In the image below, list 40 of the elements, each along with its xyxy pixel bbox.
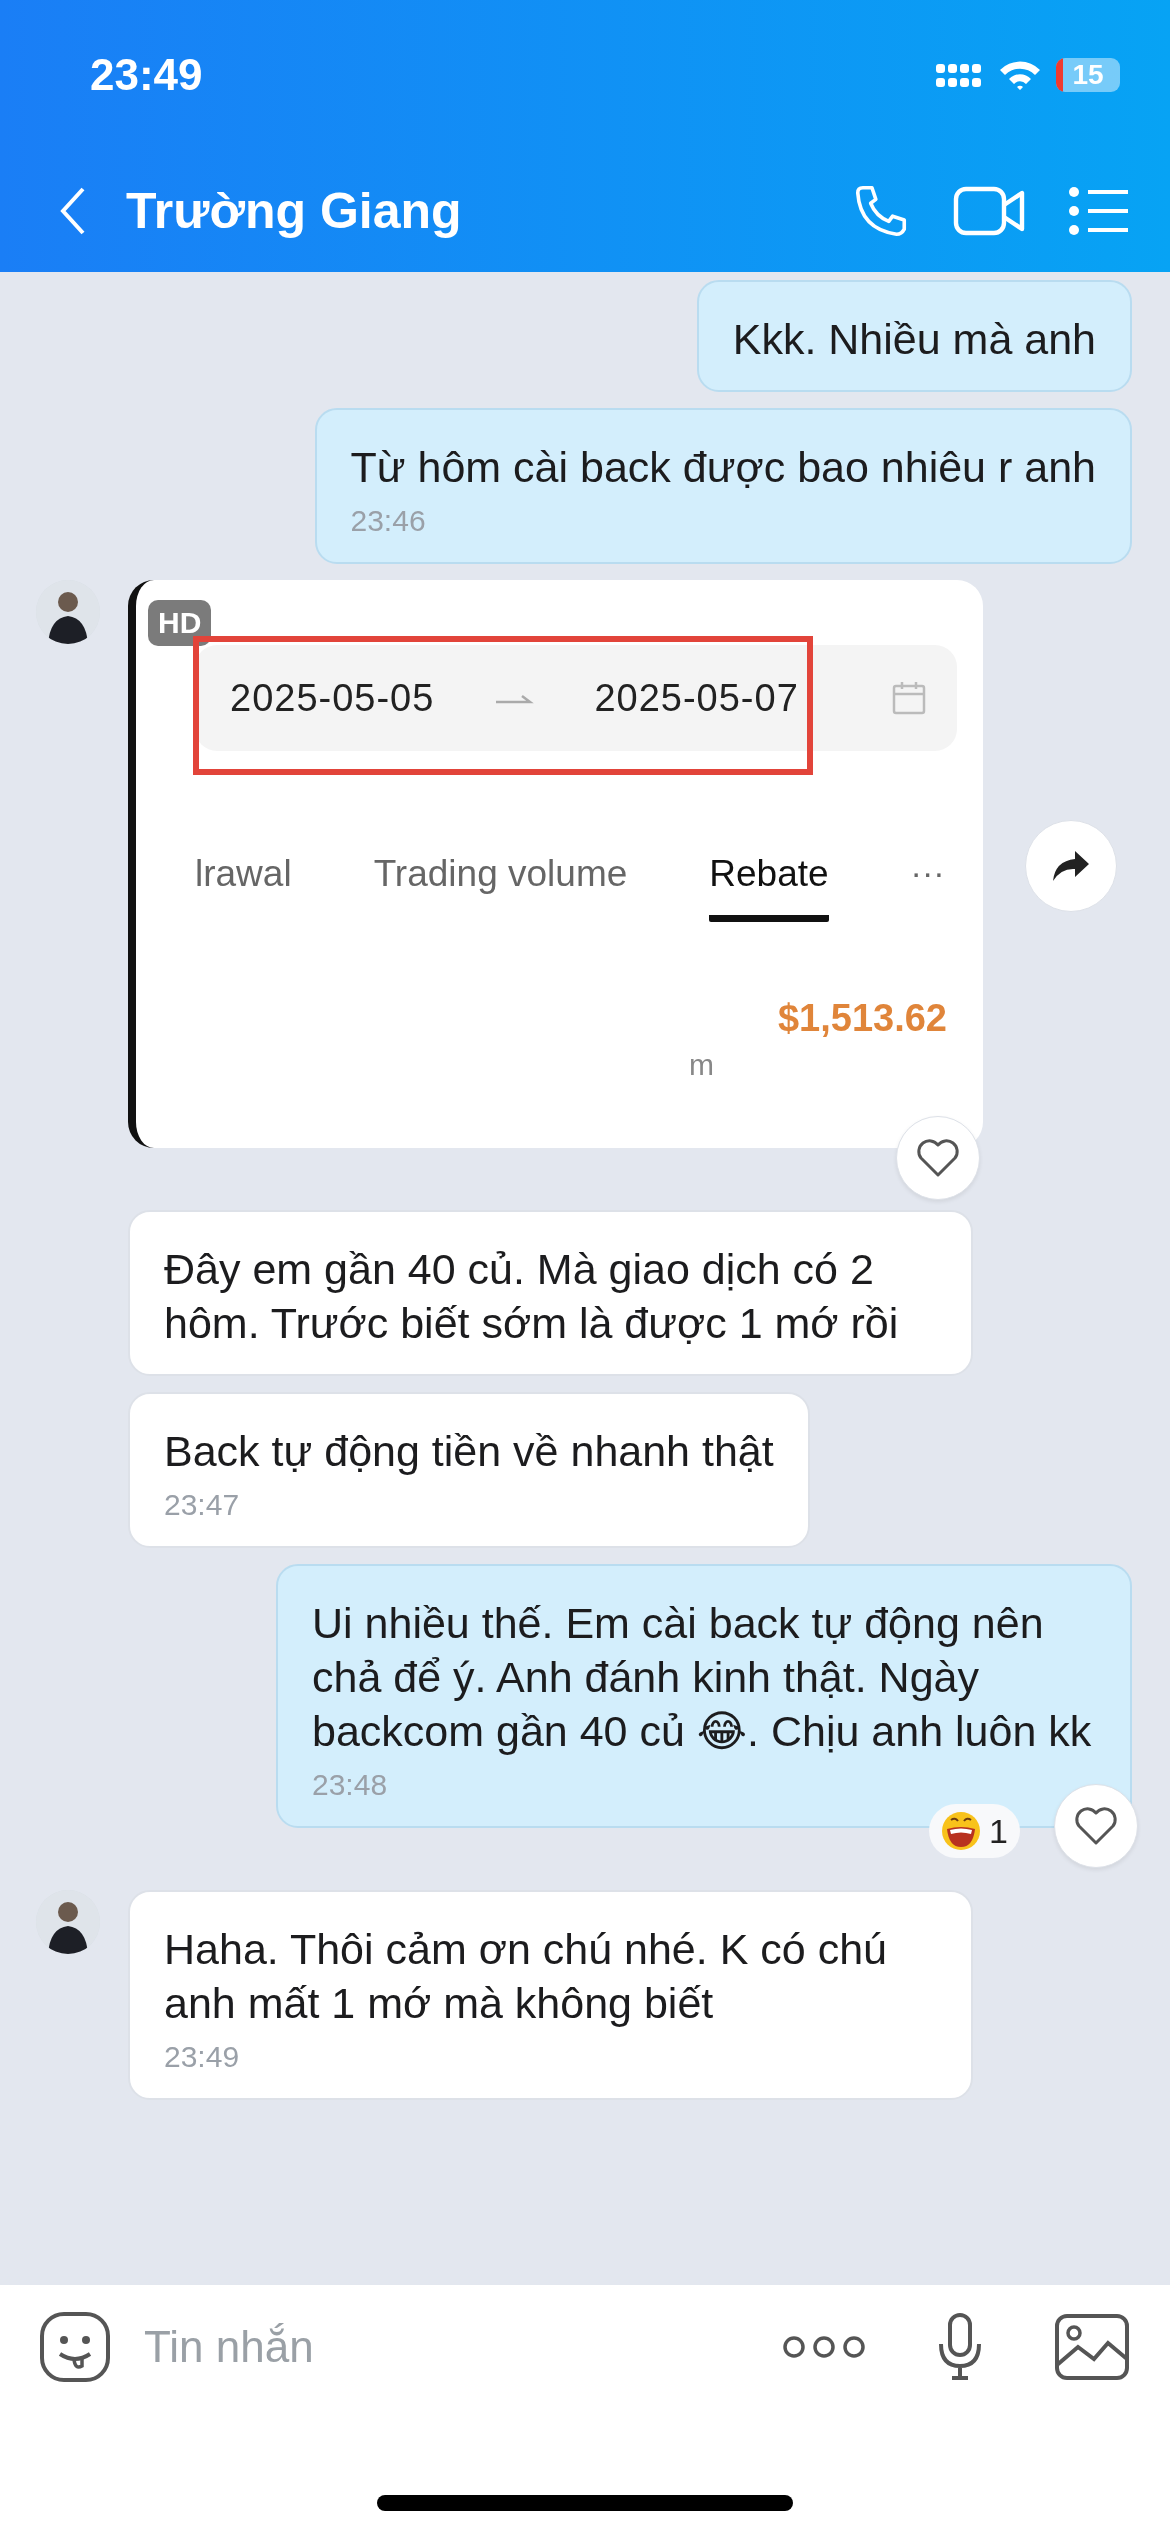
message-text: Back tự động tiền về nhanh thật bbox=[164, 1426, 774, 1477]
start-date: 2025-05-05 bbox=[230, 676, 435, 720]
menu-button[interactable] bbox=[1068, 186, 1130, 236]
battery-low-bar bbox=[1056, 58, 1063, 92]
calendar-icon bbox=[891, 680, 927, 716]
message-time: 23:48 bbox=[312, 1768, 389, 1802]
gallery-button[interactable] bbox=[1054, 2313, 1130, 2381]
tab[interactable]: lrawal bbox=[195, 853, 292, 922]
heart-icon bbox=[916, 1138, 960, 1178]
message-time: 23:46 bbox=[350, 504, 427, 538]
message-text: Haha. Thôi cảm ơn chú nhé. K có chú anh mất 1 mớ mà không biết bbox=[164, 1924, 888, 2029]
tab[interactable]: Trading volume bbox=[373, 853, 628, 922]
battery-level: 15 bbox=[1072, 59, 1104, 91]
laughing-emoji-icon bbox=[941, 1811, 982, 1851]
rebate-amount: $1,513.62 bbox=[777, 997, 947, 1040]
reaction-count: 1 bbox=[989, 1811, 1008, 1851]
message-time: 23:49 bbox=[164, 2040, 241, 2074]
text-fragment: m bbox=[689, 1048, 715, 1082]
wifi-icon bbox=[998, 59, 1042, 91]
more-button[interactable] bbox=[782, 2334, 866, 2360]
end-date: 2025-05-07 bbox=[594, 676, 799, 720]
hd-badge: HD bbox=[148, 600, 212, 646]
share-arrow-icon bbox=[1051, 849, 1091, 883]
more-label: ··· bbox=[910, 853, 945, 892]
back-button[interactable] bbox=[60, 187, 86, 235]
message-time: 23:47 bbox=[164, 1488, 241, 1522]
message-text: Ui nhiều thế. Em cài back tự động nên chả để ý. Anh đánh kinh thật. Ngày backcom gần 40 củ 😂. Chịu anh luôn kk bbox=[312, 1598, 1093, 1757]
avatar bbox=[36, 580, 100, 644]
message-text: Kkk. Nhiều mà anh bbox=[732, 314, 1096, 365]
clock: 23:49 bbox=[90, 50, 203, 100]
reaction-chip[interactable]: 1 bbox=[929, 1804, 1020, 1858]
contact-name: Trường Giang bbox=[126, 182, 463, 240]
avatar bbox=[36, 1890, 100, 1954]
heart-icon bbox=[1074, 1806, 1118, 1846]
message-text: Đây em gần 40 củ. Mà giao dịch có 2 hôm. Trước biết sớm là được 1 mớ rồi bbox=[164, 1244, 900, 1349]
microphone-button[interactable] bbox=[936, 2312, 984, 2382]
sticker-button[interactable] bbox=[38, 2310, 112, 2384]
shared-screenshot[interactable]: HD 2025-05-05 2025-05-07 lrawal Trading volume Rebate ··· $1,513.62 m bbox=[128, 580, 983, 1148]
message-text: Từ hôm cài back được bao nhiêu r anh bbox=[350, 442, 1096, 493]
tab[interactable]: Rebate bbox=[709, 853, 829, 922]
